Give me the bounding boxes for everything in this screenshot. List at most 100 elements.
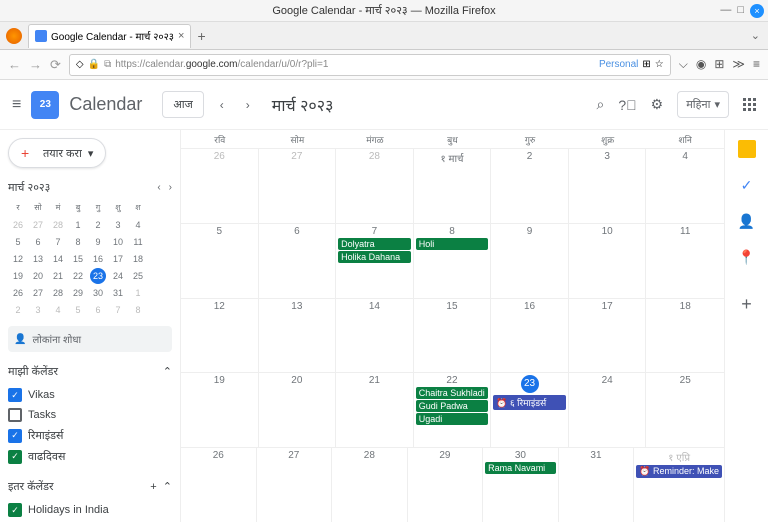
prev-month-button[interactable]: ‹ [214, 98, 230, 112]
day-cell[interactable]: 4 [646, 149, 724, 223]
day-cell[interactable]: 2 [491, 149, 569, 223]
calendar-item[interactable]: ✓Vikas [8, 385, 172, 405]
checkbox-icon[interactable]: ✓ [8, 503, 22, 517]
day-cell[interactable]: 12 [181, 299, 259, 373]
help-icon[interactable]: ?⃝ [618, 97, 636, 113]
minimize-button[interactable]: — [720, 4, 731, 18]
forward-button[interactable]: → [29, 57, 42, 72]
day-cell[interactable]: 9 [491, 224, 569, 298]
contacts-icon[interactable]: 👤 [738, 212, 756, 230]
maps-icon[interactable]: 📍 [738, 248, 756, 266]
back-button[interactable]: ← [8, 57, 21, 72]
weekday-header: शनि [646, 130, 724, 148]
event-chip[interactable]: Gudi Padwa [416, 400, 489, 412]
tasks-icon[interactable]: ✓ [738, 176, 756, 194]
weekday-header: गुरु [491, 130, 569, 148]
mini-calendar[interactable]: रसोमंबुगुशुश2627281234567891011121314151… [8, 199, 172, 318]
google-apps-icon[interactable] [743, 98, 756, 111]
day-cell[interactable]: 30Rama Navami [483, 448, 559, 522]
day-cell[interactable]: 8Holi [414, 224, 492, 298]
checkbox-icon[interactable]: ✓ [8, 450, 22, 464]
calendar-item[interactable]: ✓वाढदिवस [8, 446, 172, 467]
day-cell[interactable]: 14 [336, 299, 414, 373]
keep-icon[interactable] [738, 140, 756, 158]
day-cell[interactable]: 5 [181, 224, 259, 298]
day-cell[interactable]: 24 [569, 373, 647, 447]
day-cell[interactable]: १ एप्रि⏰ Reminder: Make [634, 448, 724, 522]
calendar-item[interactable]: ✓रिमाइंडर्स [8, 425, 172, 446]
day-cell[interactable]: 28 [332, 448, 408, 522]
tab-close-icon[interactable]: × [178, 30, 184, 42]
tabbar-menu-icon[interactable]: ⌄ [751, 29, 760, 42]
checkbox-icon[interactable] [8, 408, 22, 422]
day-cell[interactable]: 25 [646, 373, 724, 447]
day-cell[interactable]: 27 [259, 149, 337, 223]
calendar-item[interactable]: Tasks [8, 405, 172, 425]
calendar-item[interactable]: ✓Holidays in India [8, 500, 172, 520]
event-chip[interactable]: Dolyatra [338, 238, 411, 250]
day-cell[interactable]: 28 [336, 149, 414, 223]
collapse-icon[interactable]: ⌃ [163, 365, 172, 378]
add-calendar-icon[interactable]: + [150, 481, 156, 493]
collapse-icon[interactable]: ⌃ [163, 481, 172, 493]
day-cell[interactable]: 11 [646, 224, 724, 298]
maximize-button[interactable]: □ [737, 4, 744, 18]
day-cell[interactable]: 27 [257, 448, 333, 522]
day-cell[interactable]: 26 [181, 448, 257, 522]
event-chip[interactable]: Rama Navami [485, 462, 556, 474]
day-cell[interactable]: 13 [259, 299, 337, 373]
day-cell[interactable]: 16 [491, 299, 569, 373]
main-menu-icon[interactable]: ≡ [12, 96, 21, 114]
view-selector[interactable]: महिना▾ [677, 91, 729, 118]
plus-icon: + [21, 145, 37, 161]
account-icon[interactable]: ◉ [696, 57, 706, 72]
checkbox-icon[interactable]: ✓ [8, 429, 22, 443]
day-cell[interactable]: १ मार्च [414, 149, 492, 223]
settings-icon[interactable]: ⚙ [651, 96, 664, 113]
event-chip[interactable]: Chaitra Sukhladi [416, 387, 489, 399]
day-cell[interactable]: 21 [336, 373, 414, 447]
reader-icon[interactable]: ⊞ [642, 59, 650, 70]
event-chip[interactable]: Holi [416, 238, 489, 250]
day-cell[interactable]: 29 [408, 448, 484, 522]
browser-tab[interactable]: Google Calendar - मार्च २०२३ × [28, 24, 191, 48]
new-tab-button[interactable]: + [197, 28, 205, 44]
day-cell[interactable]: 3 [569, 149, 647, 223]
event-chip[interactable]: Holika Dahana [338, 251, 411, 263]
day-cell[interactable]: 23⏰ ६ रिमाइंडर्स [491, 373, 569, 447]
bookmark-icon[interactable]: ☆ [655, 59, 664, 70]
mini-prev-button[interactable]: ‹ [157, 182, 160, 193]
next-month-button[interactable]: › [240, 98, 256, 112]
url-bar[interactable]: ◇ 🔒 ⧉ https://calendar.google.com/calend… [69, 54, 671, 76]
day-cell[interactable]: 17 [569, 299, 647, 373]
hamburger-icon[interactable]: ≡ [753, 57, 760, 72]
today-button[interactable]: आज [162, 91, 203, 118]
mini-next-button[interactable]: › [169, 182, 172, 193]
day-cell[interactable]: 20 [259, 373, 337, 447]
event-chip[interactable]: Ugadi [416, 413, 489, 425]
extension-icon[interactable]: ⊞ [714, 57, 724, 72]
day-cell[interactable]: 18 [646, 299, 724, 373]
my-calendars-header[interactable]: माझी कॅलेंडर [8, 364, 58, 379]
day-cell[interactable]: 15 [414, 299, 492, 373]
container-label: Personal [599, 59, 638, 70]
addons-icon[interactable]: + [741, 294, 752, 315]
day-cell[interactable]: 6 [259, 224, 337, 298]
event-chip[interactable]: ⏰ ६ रिमाइंडर्स [493, 395, 566, 410]
reload-button[interactable]: ⟳ [50, 57, 61, 73]
overflow-icon[interactable]: ≫ [732, 57, 745, 72]
day-cell[interactable]: 26 [181, 149, 259, 223]
search-icon[interactable]: ⌕ [597, 96, 605, 113]
day-cell[interactable]: 7DolyatraHolika Dahana [336, 224, 414, 298]
create-button[interactable]: + तयार करा ▾ [8, 138, 106, 168]
close-button[interactable]: × [750, 4, 764, 18]
checkbox-icon[interactable]: ✓ [8, 388, 22, 402]
other-calendars-header[interactable]: इतर कॅलेंडर [8, 479, 54, 494]
day-cell[interactable]: 31 [559, 448, 635, 522]
day-cell[interactable]: 10 [569, 224, 647, 298]
event-chip[interactable]: ⏰ Reminder: Make [636, 465, 722, 478]
day-cell[interactable]: 22Chaitra SukhladiGudi PadwaUgadi [414, 373, 492, 447]
pocket-icon[interactable]: ⌵ [679, 57, 688, 72]
search-people-input[interactable]: 👤 लोकांना शोधा [8, 326, 172, 352]
day-cell[interactable]: 19 [181, 373, 259, 447]
